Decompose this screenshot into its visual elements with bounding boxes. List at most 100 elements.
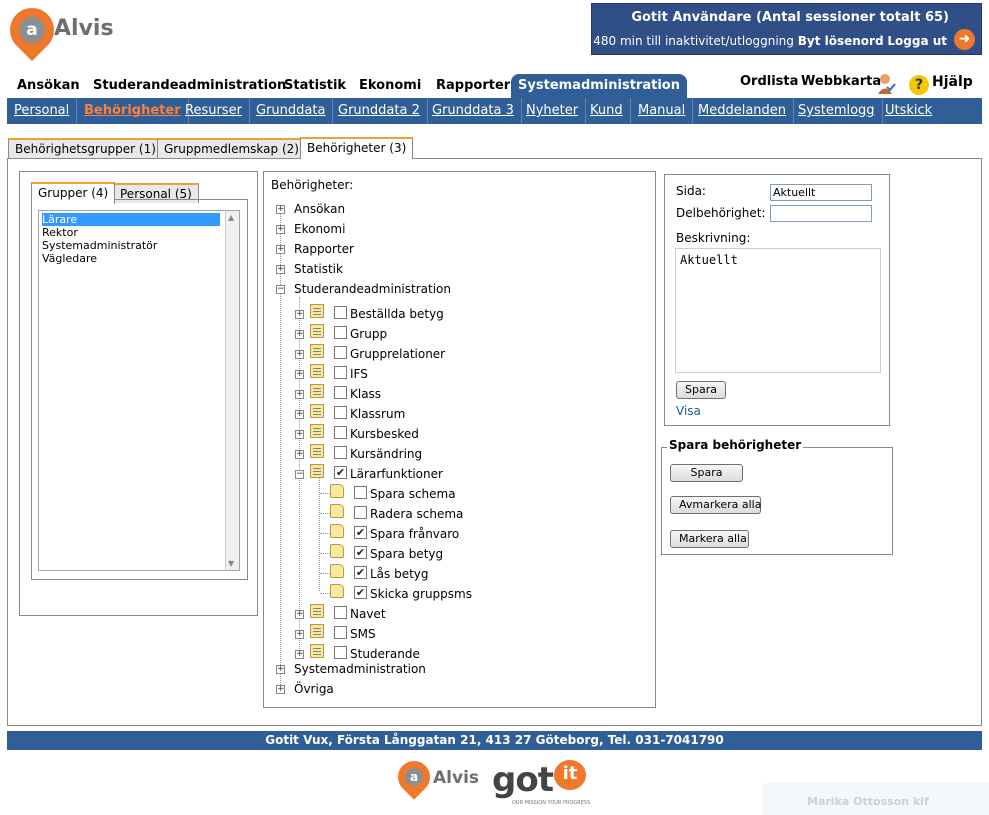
checkbox-kursandring[interactable] [334,446,347,459]
main-menu-ansokan[interactable]: Ansökan [10,74,87,98]
scroll-down-icon[interactable]: ▼ [228,559,234,568]
description-textarea[interactable]: Aktuellt [675,248,881,373]
sub-menu-grunddata-3[interactable]: Grunddata 3 [425,98,522,124]
tree-node-systemadministration[interactable]: Systemadministration [294,661,426,677]
logout-link[interactable]: Logga ut [887,34,947,48]
page-input[interactable]: Aktuellt [770,184,872,201]
save-permissions-button[interactable]: Spara [670,464,743,482]
sub-menu-grunddata[interactable]: Grunddata [249,98,334,124]
expand-icon[interactable]: + [295,450,304,459]
tree-leaf-spara-schema[interactable]: Spara schema [370,486,456,502]
checkbox-las-betyg[interactable]: ✔ [354,566,367,579]
tree-leaf-radera-schema[interactable]: Radera schema [370,506,463,522]
expand-icon[interactable]: + [276,225,285,234]
tree-node-navet[interactable]: Navet [350,606,386,622]
tree-node-ekonomi[interactable]: Ekonomi [294,221,345,237]
sub-menu-personal[interactable]: Personal [7,98,78,124]
help-link[interactable]: Hjälp [932,74,973,90]
checkbox-ifs[interactable] [334,366,347,379]
sub-menu-systemlogg[interactable]: Systemlogg [791,98,883,124]
sub-menu-resurser[interactable]: Resurser [178,98,250,124]
tree-node-studerande[interactable]: Studerande [350,646,420,662]
tree-node-klass[interactable]: Klass [350,386,381,402]
tree-leaf-skicka-gruppsms[interactable]: Skicka gruppsms [370,586,472,602]
expand-icon[interactable]: + [295,350,304,359]
group-item-vagledare[interactable]: Vägledare [42,252,220,265]
tree-node-bestallda-betyg[interactable]: Beställda betyg [350,306,444,322]
checkbox-grupprelationer[interactable] [334,346,347,359]
tree-leaf-spara-betyg[interactable]: Spara betyg [370,546,443,562]
main-menu-statistik[interactable]: Statistik [277,74,353,98]
sub-menu-utskick[interactable]: Utskick [878,98,939,124]
tree-node-lararfunktioner[interactable]: Lärarfunktioner [350,466,443,482]
checkbox-spara-franvaro[interactable]: ✔ [354,526,367,539]
tree-node-ifs[interactable]: IFS [350,366,368,382]
expand-icon[interactable]: + [295,310,304,319]
checkbox-klass[interactable] [334,386,347,399]
collapse-icon[interactable]: − [295,470,304,479]
sub-menu-nyheter[interactable]: Nyheter [519,98,587,124]
sub-menu-grunddata-2[interactable]: Grunddata 2 [331,98,428,124]
tab-behorighetsgrupper[interactable]: Behörighetsgrupper (1) [8,138,163,158]
sub-menu-kund[interactable]: Kund [583,98,631,124]
tree-node-kursbesked[interactable]: Kursbesked [350,426,419,442]
checkbox-studerande[interactable] [334,646,347,659]
checkbox-klassrum[interactable] [334,406,347,419]
main-menu-rapporter[interactable]: Rapporter [429,74,517,98]
group-item-rektor[interactable]: Rektor [42,226,220,239]
main-menu-systemadministration[interactable]: Systemadministration [511,74,687,98]
tree-node-studerandeadministration[interactable]: Studerandeadministration [294,281,451,297]
groups-scrollbar[interactable]: ▲ ▼ [225,211,239,570]
expand-icon[interactable]: + [295,370,304,379]
show-link[interactable]: Visa [676,404,701,418]
save-description-button[interactable]: Spara [676,381,726,399]
mark-all-button[interactable]: Markera alla [670,530,749,548]
groups-listbox[interactable]: Lärare Rektor Systemadministratör Vägled… [38,210,240,571]
checkbox-bestallda-betyg[interactable] [334,306,347,319]
tree-node-ansokan[interactable]: Ansökan [294,201,345,217]
tree-node-grupp[interactable]: Grupp [350,326,387,342]
tab-grupper[interactable]: Grupper (4) [31,182,116,204]
scroll-up-icon[interactable]: ▲ [228,213,234,222]
change-password-link[interactable]: Byt lösenord [798,34,884,48]
expand-icon[interactable]: + [276,245,285,254]
person-icon[interactable] [876,73,896,95]
expand-icon[interactable]: + [295,610,304,619]
expand-icon[interactable]: + [276,265,285,274]
alvis-logo[interactable]: a Alvis [0,0,116,64]
tab-behorigheter[interactable]: Behörigheter (3) [300,137,414,159]
tree-node-ovriga[interactable]: Övriga [294,681,334,697]
checkbox-sms[interactable] [334,626,347,639]
help-icon[interactable]: ? [909,75,929,95]
tree-node-kursandring[interactable]: Kursändring [350,446,422,462]
expand-icon[interactable]: + [295,330,304,339]
tab-gruppmedlemskap[interactable]: Gruppmedlemskap (2) [157,138,306,158]
sub-menu-meddelanden[interactable]: Meddelanden [691,98,795,124]
group-item-larare[interactable]: Lärare [42,213,220,226]
main-menu-ekonomi[interactable]: Ekonomi [352,74,428,98]
sub-menu-behorigheter[interactable]: Behörigheter [77,98,189,124]
main-menu-studerandeadministration[interactable]: Studerandeadministration [86,74,293,98]
tree-node-sms[interactable]: SMS [350,626,376,642]
checkbox-grupp[interactable] [334,326,347,339]
sub-menu-manual[interactable]: Manual [631,98,694,124]
expand-icon[interactable]: + [295,650,304,659]
checkbox-spara-schema[interactable] [354,486,367,499]
checkbox-radera-schema[interactable] [354,506,367,519]
tree-leaf-las-betyg[interactable]: Lås betyg [370,566,429,582]
sitemap-link[interactable]: Webbkarta [801,74,881,89]
expand-icon[interactable]: + [295,630,304,639]
expand-icon[interactable]: + [295,410,304,419]
unmark-all-button[interactable]: Avmarkera alla [670,496,761,514]
expand-icon[interactable]: + [295,430,304,439]
checkbox-skicka-gruppsms[interactable]: ✔ [354,586,367,599]
group-item-systemadministrator[interactable]: Systemadministratör [42,239,220,252]
logout-arrow-icon[interactable]: ➜ [954,29,975,50]
tree-leaf-spara-franvaro[interactable]: Spara frånvaro [370,526,459,542]
checkbox-lararfunktioner[interactable]: ✔ [334,466,347,479]
sub-permission-input[interactable] [770,205,872,222]
tree-node-statistik[interactable]: Statistik [294,261,343,277]
tree-node-klassrum[interactable]: Klassrum [350,406,405,422]
tree-node-grupprelationer[interactable]: Grupprelationer [350,346,445,362]
expand-icon[interactable]: + [276,685,285,694]
